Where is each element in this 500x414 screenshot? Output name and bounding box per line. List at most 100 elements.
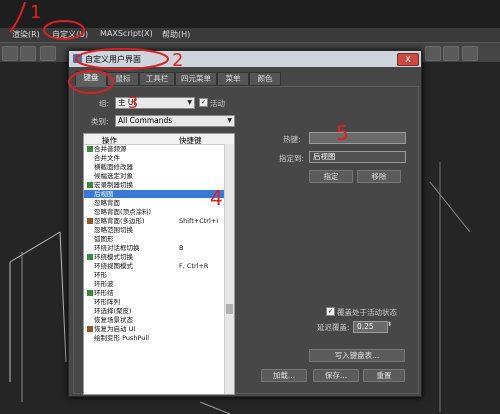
list-item[interactable]: 环绕对话框切换 B [84,244,224,252]
tool-icon[interactable] [40,46,56,61]
list-item[interactable]: 合并音频源 [84,145,224,153]
list-item-label: 忽略背面(顶点涂料) [94,208,152,216]
action-icon [87,200,93,206]
tab-colors[interactable]: 颜色 [249,72,281,86]
list-item[interactable]: 忽略范围切换 [84,226,224,234]
list-item[interactable]: 环绕模式切换 [84,253,224,261]
assign-button[interactable]: 指定 [309,170,353,183]
tool-icon[interactable] [2,46,18,61]
delay-label: 延迟覆盖: [317,323,350,332]
customize-ui-dialog: 自定义用户界面 X 键盘 鼠标 工具栏 四元菜单 菜单 颜色 组: 主 UI ▼… [68,50,422,397]
action-icon [87,218,93,224]
action-icon [87,290,93,296]
list-item-label: 合并文件 [94,154,120,162]
remove-button[interactable]: 移除 [357,170,401,183]
annotation-number: 1 [30,2,41,23]
action-list[interactable]: 操作 快捷键 合并音频源 合并文件 横截面修改器 候幅选定对象 宏录制器切换 后视图 忽略背… [83,133,235,395]
tab-mouse[interactable]: 鼠标 [107,72,139,86]
list-item[interactable]: 忽略背面 [84,199,224,207]
action-icon [87,317,93,323]
scrollbar-thumb[interactable] [226,304,233,314]
group-label: 组: [99,99,110,108]
close-button[interactable]: X [397,53,419,66]
reset-button[interactable]: 重置 [363,369,405,382]
list-item-label: 环绕视图模式 [94,262,133,270]
write-keyboard-chart-button[interactable]: 写入键盘表... [309,349,405,362]
tool-icon[interactable] [425,46,441,61]
teapot-render-icon[interactable] [443,46,459,61]
list-item[interactable]: 环选择(聚皮) [84,307,224,315]
list-item-label: 忽略背面 [94,199,120,207]
list-item[interactable]: 环绕视图模式 F, Ctrl+R [84,262,224,270]
group-dropdown[interactable]: 主 UI ▼ [115,97,195,109]
load-button[interactable]: 加载... [261,369,307,382]
menu-customize[interactable]: 自定义(U) [52,29,88,40]
list-item-label: 环形结 [94,289,114,297]
list-item[interactable]: 忽略背面(多边形) Shift+Ctrl+I [84,217,224,225]
action-icon [87,281,93,287]
action-icon [87,299,93,305]
list-item[interactable]: 环形结 [84,289,224,297]
hotkey-input[interactable] [309,132,406,144]
list-item[interactable]: 环形波 [84,280,224,288]
action-icon [87,182,93,188]
group-dropdown-value: 主 UI [118,98,136,107]
list-item-label: 环形波 [94,280,114,288]
menu-maxscript[interactable]: MAXScript(X) [100,29,153,38]
list-item-shortcut: B [179,244,184,252]
tab-menus[interactable]: 菜单 [217,72,249,86]
chevron-down-icon: ▼ [227,117,232,124]
list-item[interactable]: 绘制变形 PushPull [84,334,224,342]
list-item-label: 弧图形 [94,235,114,243]
list-header: 操作 快捷键 [84,134,234,145]
action-icon [87,326,93,332]
action-icon [87,164,93,170]
list-item-label: 环形 [94,271,107,279]
list-item-label: 环选择(聚皮) [94,307,132,315]
app-icon [73,54,82,63]
list-item[interactable]: 环形 [84,271,224,279]
tool-icon[interactable] [462,46,478,61]
list-item-label: 宏录制器切换 [94,181,133,189]
list-item-shortcut: Shift+Ctrl+I [179,217,219,225]
list-item-label: 横截面修改器 [94,163,133,171]
list-item[interactable]: 恢复场景状态 [84,316,224,324]
chevron-down-icon: ▼ [187,99,192,106]
list-item[interactable]: 环形阵列 [84,298,224,306]
list-item-label: 后视图 [94,190,114,198]
active-label: 活动 [210,99,225,108]
menu-help[interactable]: 帮助(H) [162,29,190,40]
category-label: 类别: [91,117,109,126]
delay-spinner[interactable]: 0.25 [353,321,388,333]
action-icon [87,308,93,314]
category-dropdown[interactable]: All Commands ▼ [115,115,235,127]
menu-render[interactable]: 渲染(R) [12,29,40,40]
list-item-label: 环绕对话框切换 [94,244,140,252]
override-checkbox[interactable]: ✓ [326,307,335,316]
tab-toolbars[interactable]: 工具栏 [139,72,175,86]
list-item[interactable]: 恢复为启动 UI [84,325,224,333]
action-icon [87,191,93,197]
active-checkbox[interactable]: ✓ [199,98,208,107]
action-icon [87,254,93,260]
action-icon [87,335,93,341]
dialog-titlebar[interactable]: 自定义用户界面 X [69,51,421,67]
action-icon [87,236,93,242]
tool-icon[interactable] [20,46,36,61]
list-item-label: 恢复为启动 UI [94,325,136,333]
list-item-label: 忽略背面(多边形) [94,217,145,225]
list-item[interactable]: 候幅选定对象 [84,172,224,180]
spinner-arrows-icon[interactable]: ⬍ [387,321,392,328]
list-item[interactable]: 忽略背面(顶点涂料) [84,208,224,216]
list-item[interactable]: 弧图形 [84,235,224,243]
list-item[interactable]: 横截面修改器 [84,163,224,171]
list-item[interactable]: 宏录制器切换 [84,181,224,189]
list-scrollbar[interactable] [224,144,234,394]
list-item[interactable]: 后视图 [84,190,224,198]
tab-keyboard[interactable]: 键盘 [75,71,107,87]
save-button[interactable]: 保存... [313,369,359,382]
action-icon [87,272,93,278]
category-dropdown-value: All Commands [118,116,173,125]
list-item[interactable]: 合并文件 [84,154,224,162]
tab-quad-menus[interactable]: 四元菜单 [175,72,217,86]
